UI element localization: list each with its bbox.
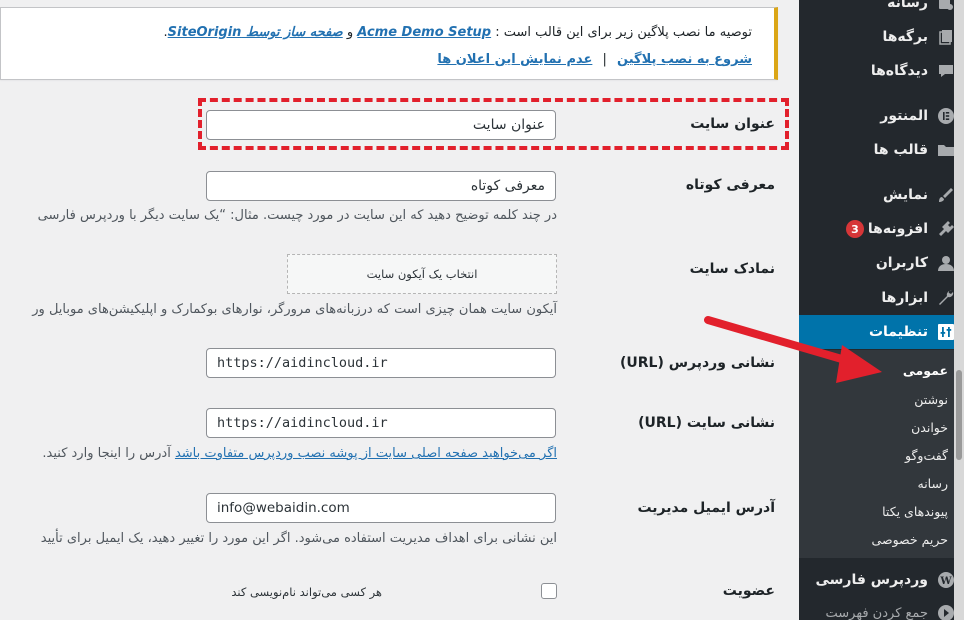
submenu-privacy[interactable]: حریم خصوصی xyxy=(872,532,948,547)
sidebar-item-wp-persian[interactable]: W وردپرس فارسی xyxy=(799,563,964,597)
sidebar-item-settings[interactable]: تنظیمات xyxy=(799,315,964,349)
highlight-outline xyxy=(198,98,789,150)
siteorigin-link-prefix: صفحه ساز توسط xyxy=(245,25,343,40)
collapse-icon xyxy=(936,603,956,620)
submenu-general[interactable]: عمومی xyxy=(903,363,948,378)
sidebar-item-label: دیدگاه‌ها xyxy=(870,63,928,79)
begin-install-link[interactable]: شروع به نصب پلاگین xyxy=(617,52,752,67)
membership-checkbox[interactable] xyxy=(541,583,557,599)
svg-text:W: W xyxy=(939,576,952,587)
admin-email-input[interactable]: info@webaidin.com xyxy=(206,493,556,523)
notice-separator: | xyxy=(602,52,607,67)
sidebar-item-label: ابزارها xyxy=(881,290,928,306)
tagline-input[interactable]: معرفی کوتاه xyxy=(206,171,556,201)
wp-url-input[interactable]: https://aidincloud.ir xyxy=(206,348,556,378)
site-icon-description: آیکون سایت همان چیزی است که درزبانه‌های … xyxy=(32,302,557,317)
sidebar-item-comments[interactable]: دیدگاه‌ها xyxy=(799,54,964,88)
membership-checkbox-label: هر کسی می‌تواند نام‌نویسی کند xyxy=(231,585,382,599)
choose-site-icon-button[interactable]: انتخاب یک آیکون سایت xyxy=(287,254,557,294)
sidebar-item-label: تنظیمات xyxy=(868,324,928,340)
settings-submenu: عمومی نوشتن خواندن گفت‌وگو رسانه پیوندها… xyxy=(799,350,964,558)
site-url-description: اگر می‌خواهید صفحه اصلی سایت از پوشه نصب… xyxy=(42,446,557,461)
acme-demo-link[interactable]: Acme Demo Setup xyxy=(357,25,491,40)
siteorigin-link[interactable]: صفحه ساز توسط SiteOrigin xyxy=(168,25,343,40)
notice-text: توصیه ما نصب پلاگین زیر برای این قالب اس… xyxy=(495,25,752,40)
submenu-reading[interactable]: خواندن xyxy=(911,420,948,435)
site-url-input[interactable]: https://aidincloud.ir xyxy=(206,408,556,438)
sidebar-item-templates[interactable]: قالب ها xyxy=(799,133,964,167)
tagline-description: در چند کلمه توضیح دهید که این سایت در مو… xyxy=(37,208,557,223)
sidebar-item-label: وردپرس فارسی xyxy=(815,572,928,588)
notice-message: توصیه ما نصب پلاگین زیر برای این قالب اس… xyxy=(164,25,752,40)
wp-persian-icon: W xyxy=(936,570,956,590)
site-url-label: نشانی سایت (URL) xyxy=(638,415,775,431)
elementor-icon xyxy=(936,106,956,126)
sidebar-item-label: افزونه‌ها xyxy=(867,221,928,237)
pages-icon xyxy=(936,27,956,47)
scrollbar-track[interactable] xyxy=(954,0,964,620)
notice-conj: و xyxy=(346,25,354,40)
appearance-icon xyxy=(936,185,956,205)
media-icon xyxy=(936,0,956,13)
admin-email-label: آدرس ایمیل مدیریت xyxy=(637,500,775,516)
sidebar-item-label: رسانه xyxy=(887,0,928,11)
sidebar-item-label: کاربران xyxy=(875,255,928,271)
wp-url-label: نشانی وردپرس (URL) xyxy=(619,355,775,371)
notice-actions: شروع به نصب پلاگین | عدم نمایش این اعلان… xyxy=(437,52,752,67)
sidebar-item-label: جمع کردن فهرست xyxy=(825,605,928,620)
plugins-icon xyxy=(936,219,956,239)
sidebar-item-elementor[interactable]: المنتور xyxy=(799,99,964,133)
sidebar-item-tools[interactable]: ابزارها xyxy=(799,281,964,315)
collapse-menu-button[interactable]: جمع کردن فهرست xyxy=(799,596,964,620)
settings-main: توصیه ما نصب پلاگین زیر برای این قالب اس… xyxy=(0,0,799,620)
sidebar-item-label: نمایش xyxy=(883,187,928,203)
sidebar-item-pages[interactable]: برگه‌ها xyxy=(799,20,964,54)
users-icon xyxy=(936,253,956,273)
plugin-notice: توصیه ما نصب پلاگین زیر برای این قالب اس… xyxy=(0,7,778,80)
submenu-media[interactable]: رسانه xyxy=(918,476,949,491)
admin-email-description: این نشانی برای اهداف مدیریت استفاده می‌ش… xyxy=(40,531,557,546)
site-url-help-suffix: آدرس را اینجا وارد کنید. xyxy=(42,446,171,461)
submenu-permalinks[interactable]: پیوندهای یکتا xyxy=(882,504,948,519)
sidebar-item-media[interactable]: رسانه xyxy=(799,0,964,20)
site-url-help-link[interactable]: اگر می‌خواهید صفحه اصلی سایت از پوشه نصب… xyxy=(175,446,557,461)
submenu-discussion[interactable]: گفت‌وگو xyxy=(905,448,948,463)
comments-icon xyxy=(936,61,956,81)
dismiss-notice-link[interactable]: عدم نمایش این اعلان ها xyxy=(437,52,592,67)
site-icon-label: نمادک سایت xyxy=(689,261,775,277)
sidebar-item-users[interactable]: کاربران xyxy=(799,246,964,280)
admin-sidebar: رسانه برگه‌ها دیدگاه‌ها المنتور قالب ها … xyxy=(799,0,964,620)
submenu-writing[interactable]: نوشتن xyxy=(914,392,948,407)
tools-icon xyxy=(936,288,956,308)
plugins-update-badge: 3 xyxy=(845,220,864,238)
scrollbar-thumb[interactable] xyxy=(956,370,962,460)
sidebar-item-label: برگه‌ها xyxy=(882,29,928,45)
membership-label: عضویت xyxy=(722,583,775,599)
siteorigin-link-brand: SiteOrigin xyxy=(167,25,242,40)
sidebar-item-label: المنتور xyxy=(880,108,928,124)
folder-icon xyxy=(936,140,956,160)
tagline-label: معرفی کوتاه xyxy=(685,177,775,193)
settings-icon xyxy=(936,322,956,342)
sidebar-item-appearance[interactable]: نمایش xyxy=(799,178,964,212)
sidebar-item-label: قالب ها xyxy=(873,142,928,158)
sidebar-item-plugins[interactable]: افزونه‌ها 3 xyxy=(799,212,964,246)
